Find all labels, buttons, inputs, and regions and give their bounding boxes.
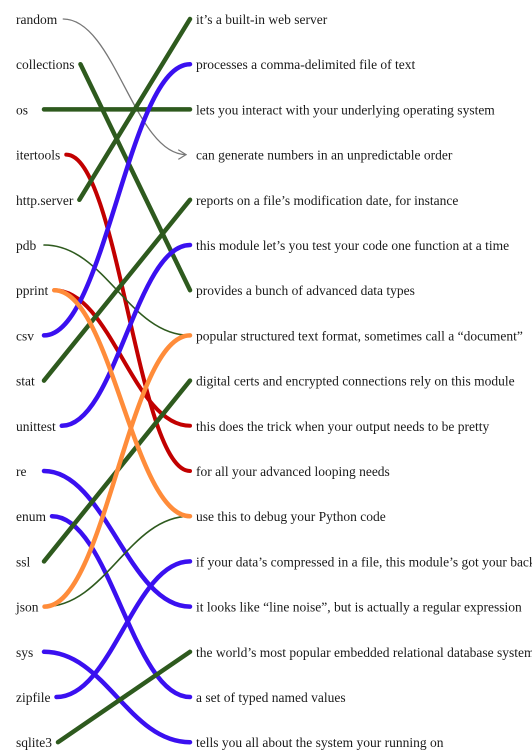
left-item-random: random — [16, 12, 58, 27]
right-item-1: processes a comma-delimited file of text — [196, 57, 416, 72]
right-item-5: this module let’s you test your code one… — [196, 238, 509, 253]
right-item-9: this does the trick when your output nee… — [196, 419, 489, 434]
right-item-11: use this to debug your Python code — [196, 509, 386, 524]
right-item-6: provides a bunch of advanced data types — [196, 283, 415, 298]
connection-json-to-7-orange — [42, 333, 193, 609]
right-item-0: it’s a built-in web server — [196, 12, 328, 27]
right-item-10: for all your advanced looping needs — [196, 464, 390, 479]
left-item-collections: collections — [16, 57, 74, 72]
left-item-enum: enum — [16, 509, 46, 524]
right-column-descriptions: it’s a built-in web server processes a co… — [196, 12, 532, 750]
left-item-os: os — [16, 102, 28, 117]
left-item-stat: stat — [16, 374, 35, 389]
right-item-13: it looks like “line noise”, but is actua… — [196, 600, 522, 615]
right-item-14: the world’s most popular embedded relati… — [196, 645, 532, 660]
right-item-12: if your data’s compressed in a file, thi… — [196, 554, 532, 569]
left-item-sqlite3: sqlite3 — [16, 735, 52, 750]
right-item-7: popular structured text format, sometime… — [196, 328, 523, 343]
right-item-2: lets you interact with your underlying o… — [196, 102, 495, 117]
left-item-json: json — [15, 600, 39, 615]
right-item-3: can generate numbers in an unpredictable… — [196, 148, 453, 163]
right-item-16: tells you all about the system your runn… — [196, 735, 444, 750]
left-item-re: re — [16, 464, 27, 479]
left-item-itertools: itertools — [16, 148, 60, 163]
left-item-sys: sys — [16, 645, 33, 660]
left-item-pprint: pprint — [16, 283, 48, 298]
left-item-http-server: http.server — [16, 193, 74, 208]
right-item-4: reports on a file’s modification date, f… — [196, 193, 458, 208]
left-item-ssl: ssl — [16, 554, 31, 569]
right-item-15: a set of typed named values — [196, 690, 346, 705]
connection-re-to-13-blue — [41, 468, 193, 609]
right-item-8: digital certs and encrypted connections … — [196, 374, 515, 389]
left-item-csv: csv — [16, 328, 34, 343]
matching-diagram: random collections os itertools http.server p… — [15, 12, 532, 750]
connection-sqlite3-to-14-green — [55, 649, 193, 745]
left-item-zipfile: zipfile — [16, 690, 50, 705]
connection-lines — [41, 16, 193, 745]
left-item-pdb: pdb — [16, 238, 37, 253]
connection-random-to-3-arrow — [62, 18, 186, 155]
left-item-unittest: unittest — [16, 419, 56, 434]
